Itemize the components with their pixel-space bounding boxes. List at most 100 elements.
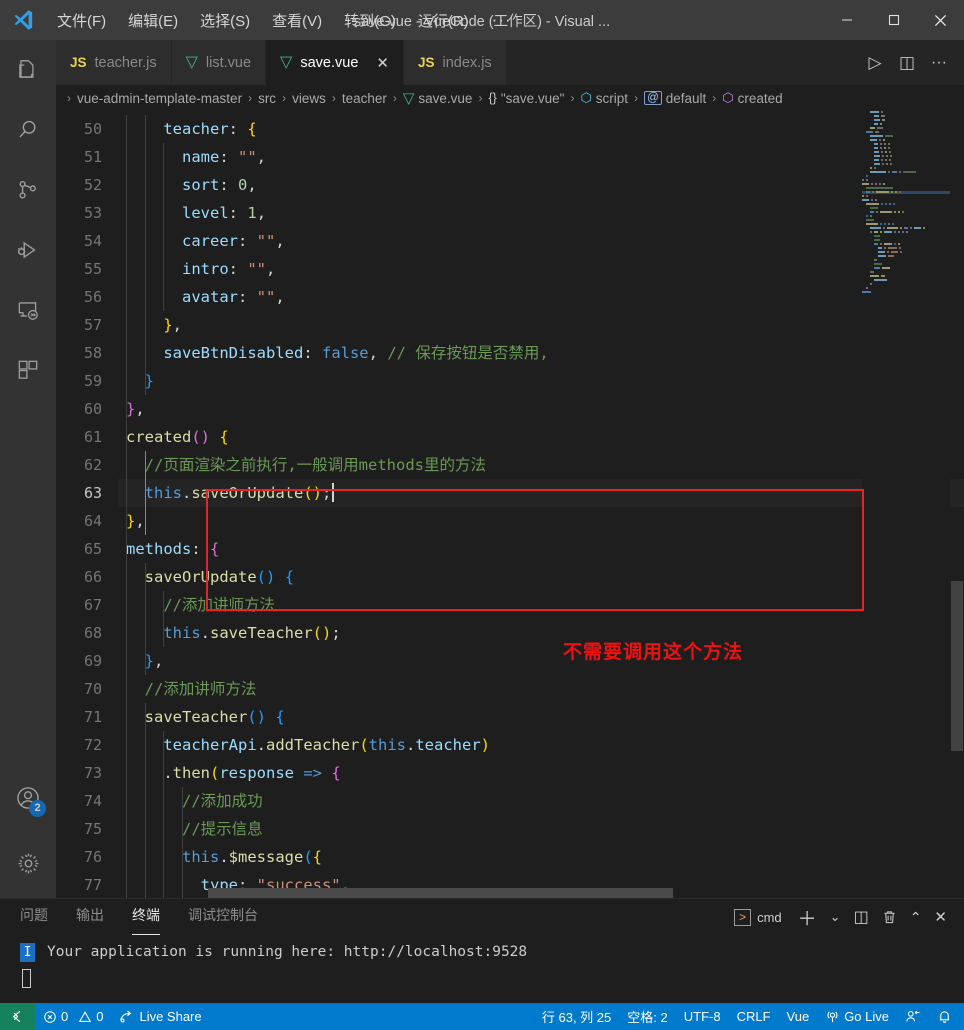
status-notifications[interactable] [929,1003,960,1030]
status-feedback[interactable] [897,1003,929,1030]
code-line[interactable]: }, [118,507,964,535]
code-content[interactable]: teacher: { name: "", sort: 0, level: 1, … [118,111,964,898]
kill-terminal-icon[interactable] [877,902,902,932]
code-token: ( [191,428,201,446]
menu-go[interactable]: 转到(G) [333,6,407,35]
code-line[interactable]: teacherApi.addTeacher(this.teacher) [118,731,964,759]
code-line[interactable]: } [118,367,964,395]
panel-tab-problems[interactable]: 问题 [20,905,48,929]
code-line[interactable]: }, [118,395,964,423]
gear-icon[interactable] [0,828,56,898]
code-line[interactable]: //页面渲染之前执行,一般调用methods里的方法 [118,451,964,479]
terminal-output[interactable]: I Your application is running here: http… [0,935,964,1003]
status-problems[interactable]: 0 0 [35,1003,111,1030]
minimap-token [874,279,887,281]
status-eol[interactable]: CRLF [729,1003,779,1030]
run-code-icon[interactable]: ▷ [860,40,890,85]
status-live-share[interactable]: Live Share [111,1003,209,1030]
minimize-button[interactable] [823,0,870,40]
status-language-mode[interactable]: Vue [779,1003,818,1030]
menu-file[interactable]: 文件(F) [46,6,117,35]
maximize-button[interactable] [870,0,917,40]
breadcrumb-item-file[interactable]: ▽ save.vue [403,89,473,107]
minimap-token [888,255,894,257]
close-panel-icon[interactable]: ✕ [929,902,952,932]
code-line[interactable]: avatar: "", [118,283,964,311]
split-editor-icon[interactable]: ◫ [892,40,922,85]
code-line[interactable]: }, [118,647,964,675]
code-line[interactable]: career: "", [118,227,964,255]
code-line[interactable]: //添加讲师方法 [118,591,964,619]
code-token: { [312,848,323,866]
panel-tab-debug-console[interactable]: 调试控制台 [188,905,258,929]
code-line[interactable]: this.$message({ [118,843,964,871]
breadcrumb-item-module[interactable]: {} "save.vue" [488,91,564,106]
status-cursor-position[interactable]: 行 63, 列 25 [534,1003,619,1030]
tab-index-js[interactable]: JS index.js [403,40,507,85]
code-token: { [247,120,257,138]
code-line[interactable]: created() { [118,423,964,451]
code-line[interactable]: //提示信息 [118,815,964,843]
tab-save-vue[interactable]: ▽ save.vue ✕ [266,40,404,85]
explorer-icon[interactable] [0,40,56,100]
code-line[interactable]: level: 1, [118,199,964,227]
menu-more-icon[interactable]: ··· [480,6,524,34]
menu-run[interactable]: 运行(R) [407,6,480,35]
editor-horizontal-scrollbar[interactable] [118,888,862,898]
code-line[interactable]: teacher: { [118,115,964,143]
source-control-icon[interactable] [0,160,56,220]
editor-vertical-scrollbar[interactable] [950,111,964,898]
run-debug-icon[interactable] [0,220,56,280]
extensions-icon[interactable] [0,340,56,400]
panel-tab-terminal[interactable]: 终端 [132,905,160,935]
remote-window-icon[interactable] [0,1003,35,1030]
split-terminal-icon[interactable]: ◫ [849,902,874,932]
remote-explorer-icon[interactable] [0,280,56,340]
minimap[interactable] [862,111,950,898]
search-icon[interactable] [0,100,56,160]
code-line[interactable]: saveBtnDisabled: false, // 保存按钮是否禁用, [118,339,964,367]
breadcrumb-item-created[interactable]: ⬡ created [722,90,782,106]
breadcrumb-item-src[interactable]: src [258,91,276,106]
code-line[interactable]: }, [118,311,964,339]
status-indentation[interactable]: 空格: 2 [619,1003,675,1030]
more-actions-icon[interactable]: ··· [924,40,954,85]
maximize-panel-icon[interactable]: ⌃ [905,902,927,932]
code-line[interactable]: //添加成功 [118,787,964,815]
scrollbar-thumb[interactable] [951,581,963,751]
breadcrumb-item-default[interactable]: @ default [644,91,706,106]
code-line[interactable]: this.saveTeacher(); [118,619,964,647]
panel-tab-output[interactable]: 输出 [76,905,104,929]
terminal-dropdown-icon[interactable]: ⌄ [825,902,846,932]
menu-edit[interactable]: 编辑(E) [117,6,189,35]
tab-list-vue[interactable]: ▽ list.vue [171,40,267,85]
code-line[interactable]: name: "", [118,143,964,171]
code-line[interactable]: //添加讲师方法 [118,675,964,703]
scrollbar-thumb-horizontal[interactable] [208,888,673,898]
new-terminal-icon[interactable]: ＋ [793,902,822,932]
minimap-token [891,191,893,193]
status-encoding[interactable]: UTF-8 [676,1003,729,1030]
close-button[interactable] [917,0,964,40]
menu-selection[interactable]: 选择(S) [189,6,261,35]
tab-close-icon[interactable]: ✕ [376,54,389,72]
breadcrumb-item-views[interactable]: views [292,91,326,106]
code-line[interactable]: this.saveOrUpdate(); [118,479,964,507]
code-line[interactable]: methods: { [118,535,964,563]
account-icon[interactable]: 2 [0,768,56,828]
breadcrumb-item-teacher[interactable]: teacher [342,91,387,106]
breadcrumb-item-script[interactable]: ⬡ script [580,90,628,106]
code-line[interactable]: intro: "", [118,255,964,283]
code-line[interactable]: sort: 0, [118,171,964,199]
code-line[interactable]: .then(response => { [118,759,964,787]
status-go-live[interactable]: Go Live [817,1003,897,1030]
code-editor[interactable]: 50 51 52 53 54 55 56 57 58 59 60 61 62 63 64 65 66 67 68 69… [56,111,964,898]
tab-teacher-js[interactable]: JS teacher.js [56,40,172,85]
line-number: 73 [83,764,102,782]
code-line[interactable]: saveTeacher() { [118,703,964,731]
breadcrumb-item-project[interactable]: vue-admin-template-master [77,91,242,106]
minimap-line [862,255,950,258]
code-line[interactable]: saveOrUpdate() { [118,563,964,591]
terminal-selector[interactable]: > cmd [734,908,782,926]
menu-view[interactable]: 查看(V) [261,6,333,35]
